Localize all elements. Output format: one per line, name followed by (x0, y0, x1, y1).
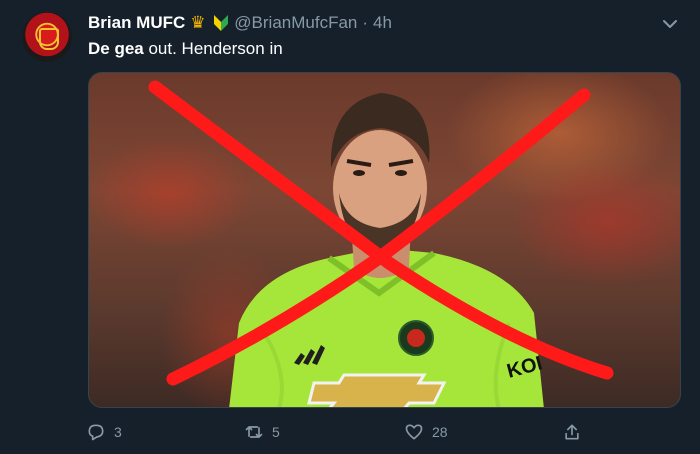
chevron-down-icon[interactable] (660, 14, 680, 34)
reply-icon (88, 424, 104, 441)
user-handle[interactable]: @BrianMufcFan (234, 13, 357, 33)
tweet[interactable]: Brian MUFC ♛ @BrianMufcFan · 4h De gea o… (0, 0, 700, 454)
tweet-text-bold: De gea (88, 39, 144, 58)
like-button[interactable]: 28 (404, 418, 448, 446)
retweet-button[interactable]: 5 (244, 418, 280, 446)
display-name[interactable]: Brian MUFC (88, 13, 185, 33)
tweet-media-image[interactable]: KOI (88, 72, 681, 408)
goalkeeper-photo: KOI (148, 80, 614, 407)
tweet-actions: 3 5 28 (86, 418, 596, 446)
tweet-header: Brian MUFC ♛ @BrianMufcFan · 4h (88, 10, 392, 36)
reply-count: 3 (114, 424, 122, 440)
tweet-text: De gea out. Henderson in (88, 39, 283, 59)
share-icon (565, 424, 579, 440)
retweet-icon (245, 426, 263, 438)
timestamp[interactable]: 4h (373, 13, 392, 33)
retweet-count: 5 (272, 424, 280, 440)
crown-icon: ♛ (190, 13, 206, 32)
separator-dot: · (362, 13, 369, 32)
beginner-leaf-icon (214, 15, 229, 31)
reply-button[interactable]: 3 (86, 418, 122, 446)
share-button[interactable] (562, 418, 582, 446)
heart-icon (405, 424, 423, 440)
avatar[interactable] (22, 12, 72, 62)
like-count: 28 (432, 424, 448, 440)
tweet-text-rest: out. Henderson in (143, 39, 283, 58)
